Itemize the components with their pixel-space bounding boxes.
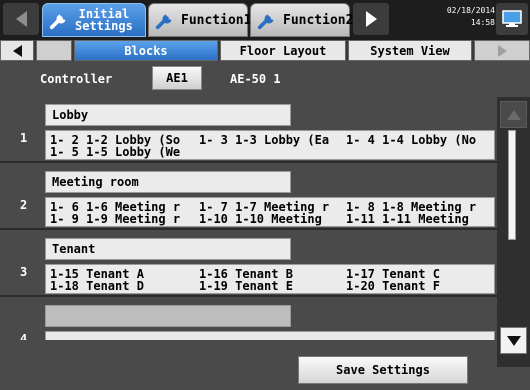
controller-select-button[interactable]: AE1 xyxy=(152,66,202,90)
previous-function-button[interactable] xyxy=(3,3,39,35)
down-arrow-icon xyxy=(506,335,521,346)
unit-item: 1-20 Tenant F xyxy=(346,279,440,293)
block-row: 2 Meeting room 1- 6 1-6 Meeting r 1- 7 1… xyxy=(0,164,497,230)
monitor-button[interactable] xyxy=(496,3,528,35)
unit-item: 1- 4 1-4 Lobby (No xyxy=(346,133,477,147)
unit-item: 1- 9 1-9 Meeting r xyxy=(50,212,181,226)
tab-function2[interactable]: Function2 xyxy=(250,3,354,37)
block-row: 3 Tenant 1-15 Tenant A 1-16 Tenant B 1-1… xyxy=(0,231,497,297)
controller-label: Controller xyxy=(40,72,113,86)
tab-blocks[interactable]: Blocks xyxy=(74,40,218,61)
wrench-icon xyxy=(155,14,172,30)
top-function-bar: Initial Settings Function1 Function2 02/… xyxy=(0,0,530,40)
up-arrow-icon xyxy=(506,109,521,120)
wrench-icon xyxy=(49,14,66,30)
block-number: 2 xyxy=(20,198,28,212)
block-name-field[interactable]: Meeting room xyxy=(45,171,291,193)
next-function-button[interactable] xyxy=(353,3,389,35)
tab-floor-layout[interactable]: Floor Layout xyxy=(220,40,346,61)
left-arrow-icon xyxy=(12,44,22,57)
tab-function1[interactable]: Function1 xyxy=(148,3,252,37)
block-name-field[interactable]: Tenant xyxy=(45,238,291,260)
tab-initial-settings-line2: Settings xyxy=(75,19,133,33)
wrench-icon xyxy=(257,14,274,30)
unit-item: 1-11 1-11 Meeting xyxy=(346,212,469,226)
block-list: 1 Lobby 1- 2 1-2 Lobby (So 1- 3 1-3 Lobb… xyxy=(0,97,497,340)
unit-item: 1- 3 1-3 Lobby (Ea xyxy=(199,133,330,147)
footer-corner xyxy=(497,367,530,390)
right-arrow-icon xyxy=(365,11,377,27)
block-row: 4 xyxy=(0,298,497,340)
block-number: 3 xyxy=(20,265,28,279)
block-units-field[interactable]: 1- 2 1-2 Lobby (So 1- 3 1-3 Lobby (Ea 1-… xyxy=(45,130,495,160)
vertical-scrollbar[interactable] xyxy=(497,97,530,367)
footer-bar: Save Settings xyxy=(0,340,497,390)
tab-scroll-right-button[interactable] xyxy=(474,40,530,61)
block-name-field[interactable]: Lobby xyxy=(45,104,291,126)
monitor-icon xyxy=(502,10,522,27)
tab-function1-label: Function1 xyxy=(181,12,252,28)
left-arrow-icon xyxy=(15,11,27,27)
block-name-field[interactable] xyxy=(45,305,291,327)
date-time-display: 02/18/2014 14:58 xyxy=(443,5,495,29)
scroll-up-button[interactable] xyxy=(500,101,527,128)
unit-item: 1-10 1-10 Meeting xyxy=(199,212,322,226)
block-row: 1 Lobby 1- 2 1-2 Lobby (So 1- 3 1-3 Lobb… xyxy=(0,97,497,163)
block-units-field[interactable]: 1- 6 1-6 Meeting r 1- 7 1-7 Meeting r 1-… xyxy=(45,197,495,227)
date-label: 02/18/2014 xyxy=(446,6,495,15)
tab-scroll-left-button[interactable] xyxy=(0,40,34,61)
tab-blank xyxy=(36,40,72,61)
scroll-thumb[interactable] xyxy=(508,130,516,240)
unit-item: 1- 5 1-5 Lobby (We xyxy=(50,145,181,159)
scroll-down-button[interactable] xyxy=(500,327,527,354)
tab-initial-settings[interactable]: Initial Settings xyxy=(42,3,146,37)
tab-system-view[interactable]: System View xyxy=(348,40,472,61)
block-number: 4 xyxy=(20,332,28,340)
tab-function2-label: Function2 xyxy=(283,12,354,28)
unit-item: 1-19 Tenant E xyxy=(199,279,293,293)
view-tab-row: Blocks Floor Layout System View xyxy=(0,40,530,61)
unit-item: 1-18 Tenant D xyxy=(50,279,144,293)
right-arrow-icon xyxy=(497,44,507,57)
time-label: 14:58 xyxy=(470,18,495,27)
save-settings-button[interactable]: Save Settings xyxy=(298,356,468,384)
block-number: 1 xyxy=(20,131,28,145)
controller-name: AE-50 1 xyxy=(230,72,281,86)
controller-row: Controller AE1 AE-50 1 xyxy=(0,61,530,97)
block-units-field[interactable] xyxy=(45,331,495,340)
block-units-field[interactable]: 1-15 Tenant A 1-16 Tenant B 1-17 Tenant … xyxy=(45,264,495,294)
